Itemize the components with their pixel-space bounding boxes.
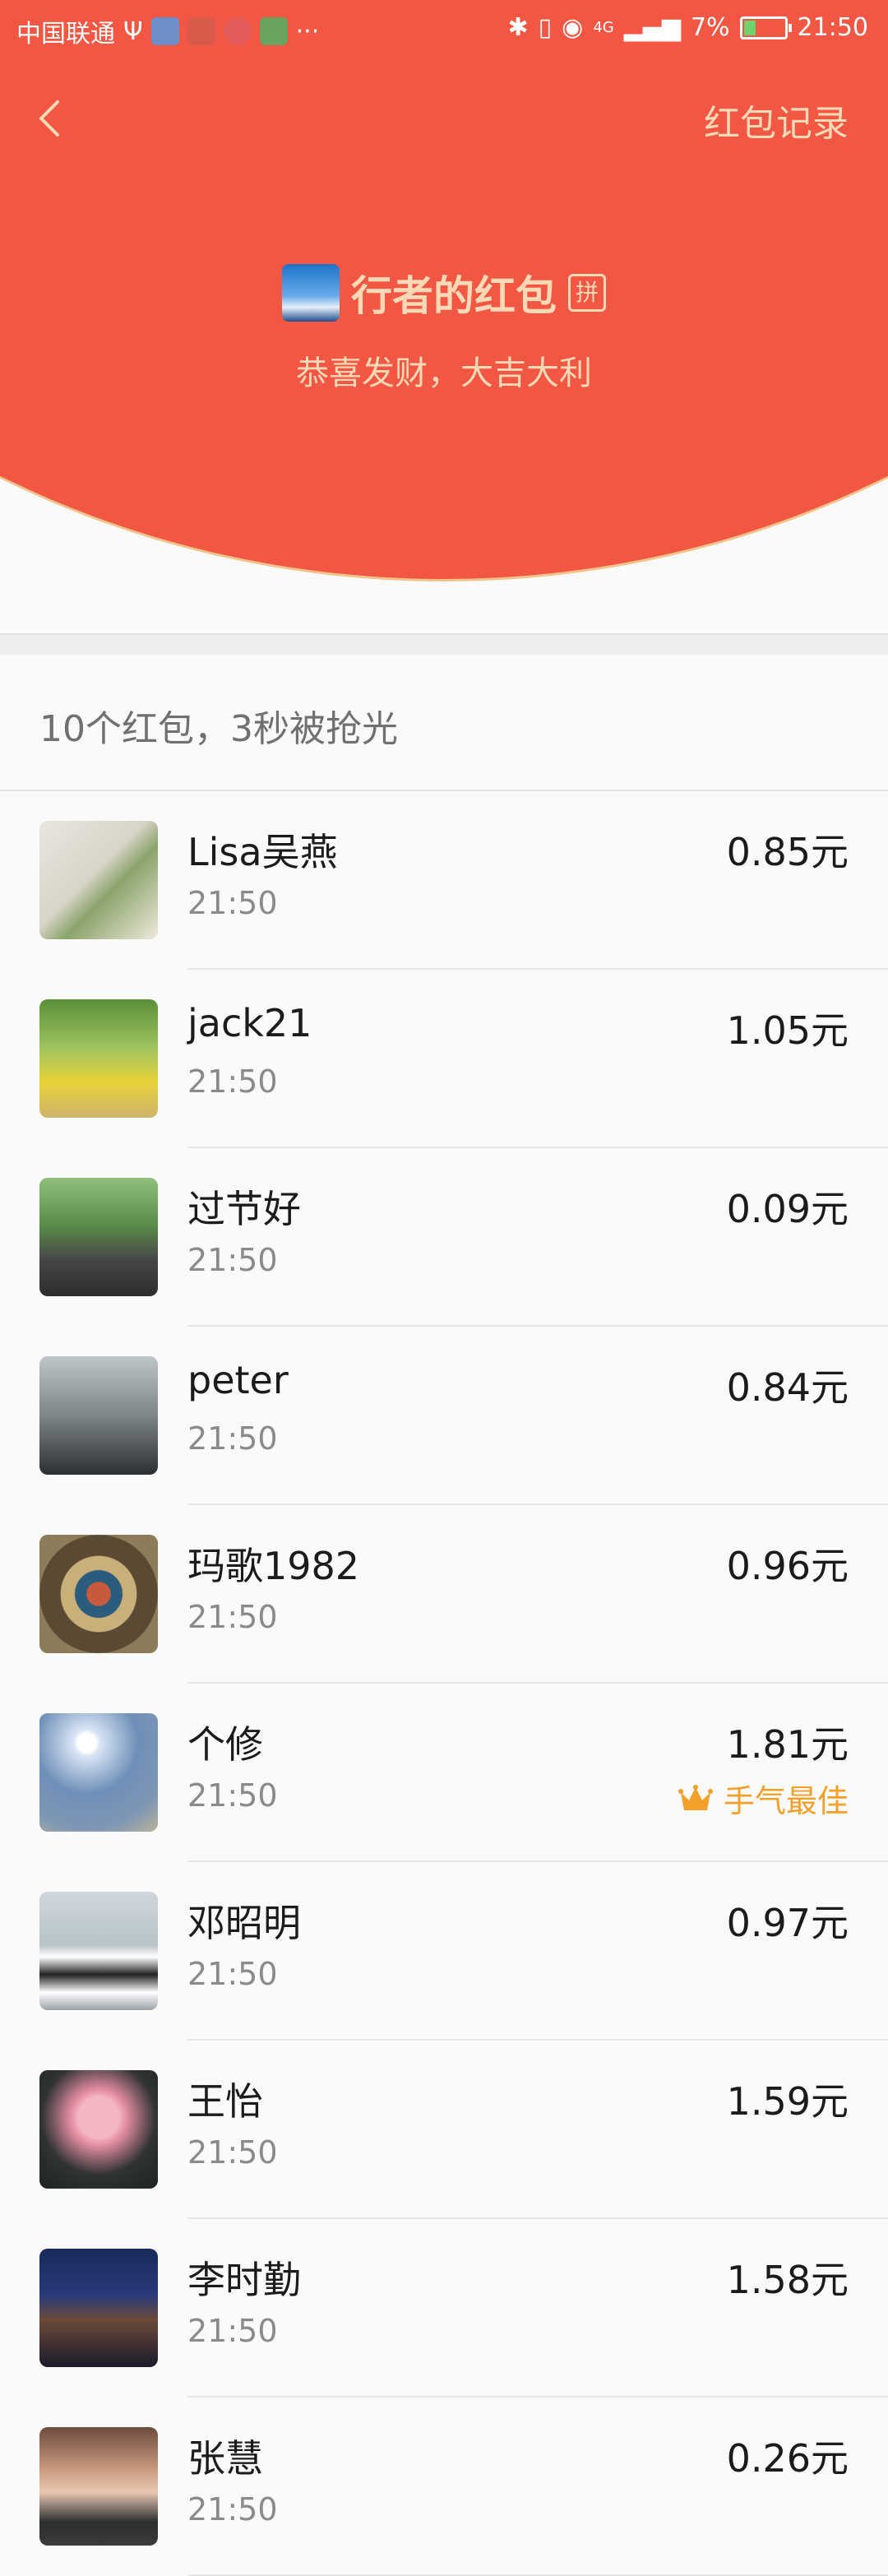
- avatar[interactable]: [39, 2249, 158, 2367]
- claim-time: 21:50: [187, 2491, 278, 2527]
- claimer-name: Lisa吴燕: [187, 830, 338, 874]
- avatar[interactable]: [39, 2427, 158, 2546]
- claimer-name: 个修: [187, 1722, 263, 1767]
- signal-icon: ▂▄▆: [623, 13, 681, 42]
- status-right: ✱ ▯ ◉ 4G ▂▄▆ 7% 21:50: [507, 13, 868, 42]
- status-left: 中国联通 Ψ ···: [16, 13, 319, 49]
- claim-time: 21:50: [187, 1777, 278, 1814]
- list-item[interactable]: Lisa吴燕 21:50 0.85元: [0, 791, 888, 970]
- list-item[interactable]: peter 21:50 0.84元: [0, 1327, 888, 1505]
- sender-title: 行者的红包: [351, 272, 557, 320]
- list-item[interactable]: 张慧 21:50 0.26元: [0, 2398, 888, 2576]
- summary-text: 10个红包，3秒被抢光: [39, 708, 398, 750]
- avatar[interactable]: [39, 999, 158, 1118]
- list-item[interactable]: 王怡 21:50 1.59元: [0, 2041, 888, 2219]
- claim-time: 21:50: [187, 2313, 278, 2349]
- more-notifications-icon: ···: [295, 16, 320, 46]
- pin-badge: 拼: [568, 274, 606, 312]
- greeting-text: 恭喜发财，大吉大利: [296, 354, 592, 392]
- app-notification-icon: [187, 17, 215, 45]
- claim-amount: 1.59元: [726, 2079, 849, 2124]
- network-type: 4G: [593, 19, 614, 36]
- claim-amount: 1.58元: [726, 2258, 849, 2302]
- claimer-name: jack21: [187, 1001, 312, 1045]
- claimer-name: 张慧: [187, 2436, 263, 2481]
- app-notification-icon: [150, 17, 179, 45]
- list-item[interactable]: 玛歌1982 21:50 0.96元: [0, 1505, 888, 1684]
- list-item[interactable]: 邓昭明 21:50 0.97元: [0, 1862, 888, 2041]
- best-luck-badge: 手气最佳: [678, 1776, 849, 1821]
- battery-percent: 7%: [690, 13, 730, 42]
- clock: 21:50: [797, 13, 868, 42]
- avatar[interactable]: [39, 821, 158, 939]
- claim-amount: 1.05元: [726, 1008, 849, 1053]
- claimer-name: 玛歌1982: [187, 1544, 360, 1588]
- eye-icon: ◉: [562, 13, 584, 42]
- avatar[interactable]: [39, 1178, 158, 1296]
- chevron-left-icon: [39, 100, 59, 137]
- avatar[interactable]: [39, 2070, 158, 2189]
- avatar[interactable]: [39, 1713, 158, 1832]
- claim-amount: 0.85元: [726, 830, 849, 874]
- best-luck-label: 手气最佳: [723, 1783, 849, 1819]
- claim-time: 21:50: [187, 1063, 278, 1100]
- carrier-label: 中国联通: [16, 20, 115, 49]
- header: 中国联通 Ψ ··· ✱ ▯ ◉ 4G ▂▄▆ 7% 21:50 红包记录 行者…: [0, 0, 888, 633]
- claim-time: 21:50: [187, 885, 278, 921]
- claimer-name: 邓昭明: [187, 1901, 301, 1945]
- claimer-name: 过节好: [187, 1187, 301, 1231]
- list-item[interactable]: jack21 21:50 1.05元: [0, 970, 888, 1148]
- claim-amount: 0.96元: [726, 1544, 849, 1588]
- claim-time: 21:50: [187, 1599, 278, 1635]
- claim-amount: 0.84元: [726, 1365, 849, 1410]
- app-notification-icon: [259, 17, 288, 45]
- list-item[interactable]: 李时勤 21:50 1.58元: [0, 2219, 888, 2398]
- sender-info: 行者的红包 拼 恭喜发财，大吉大利: [0, 263, 888, 394]
- claim-time: 21:50: [187, 1956, 278, 1992]
- claimer-name: peter: [187, 1358, 289, 1402]
- claimer-name: 王怡: [187, 2079, 263, 2124]
- claim-amount: 0.26元: [726, 2436, 849, 2481]
- claim-list: Lisa吴燕 21:50 0.85元 jack21 21:50 1.05元 过节…: [0, 791, 888, 2576]
- claimer-name: 李时勤: [187, 2258, 301, 2302]
- back-button[interactable]: [28, 95, 74, 141]
- sender-avatar[interactable]: [282, 264, 340, 322]
- claim-time: 21:50: [187, 2134, 278, 2171]
- list-item[interactable]: 过节好 21:50 0.09元: [0, 1148, 888, 1327]
- red-packet-record-link[interactable]: 红包记录: [704, 94, 849, 146]
- claim-amount: 0.09元: [726, 1187, 849, 1231]
- summary-bar: 10个红包，3秒被抢光: [0, 655, 888, 791]
- claim-time: 21:50: [187, 1420, 278, 1457]
- avatar[interactable]: [39, 1892, 158, 2010]
- usb-icon: Ψ: [123, 16, 143, 46]
- status-bar: 中国联通 Ψ ··· ✱ ▯ ◉ 4G ▂▄▆ 7% 21:50: [0, 0, 888, 61]
- vibrate-icon: ▯: [538, 13, 553, 42]
- app-notification-icon: [223, 17, 252, 45]
- avatar[interactable]: [39, 1535, 158, 1653]
- nav-bar: 红包记录: [0, 79, 888, 158]
- list-item[interactable]: 个修 21:50 1.81元 手气最佳: [0, 1684, 888, 1862]
- claim-amount: 1.81元: [726, 1722, 849, 1767]
- claim-time: 21:50: [187, 1242, 278, 1278]
- avatar[interactable]: [39, 1356, 158, 1475]
- crown-icon: [678, 1784, 713, 1810]
- bluetooth-icon: ✱: [507, 13, 529, 42]
- divider-band: [0, 633, 888, 655]
- claim-amount: 0.97元: [726, 1901, 849, 1945]
- battery-icon: [739, 16, 792, 39]
